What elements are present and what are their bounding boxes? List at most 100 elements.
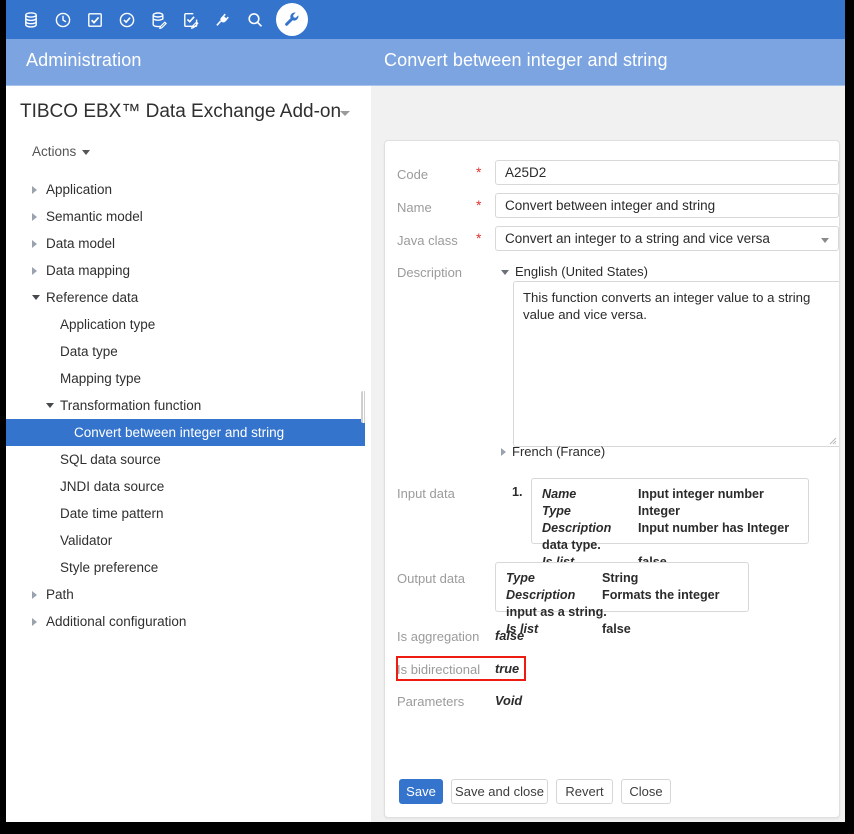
navigation-tree: Application Semantic model Data model Data … (6, 176, 365, 635)
checkbox-edit-icon[interactable] (180, 9, 202, 31)
sidebar-item-data-model[interactable]: Data model (6, 230, 365, 257)
description-label: Description (397, 265, 462, 280)
is-aggregation-value: false (495, 628, 524, 643)
name-input[interactable] (495, 193, 839, 218)
page-title-administration: Administration (26, 50, 141, 71)
triangle-right-icon[interactable] (32, 186, 37, 194)
sidebar-item-label: SQL data source (60, 452, 161, 467)
wrench-icon[interactable] (282, 9, 303, 30)
triangle-down-icon[interactable] (46, 403, 54, 408)
search-icon[interactable] (244, 9, 266, 31)
code-label: Code (397, 167, 428, 182)
database-edit-icon[interactable] (148, 9, 170, 31)
sidebar-item-path[interactable]: Path (6, 581, 365, 608)
page-title-bar: Administration Convert between integer a… (6, 39, 845, 86)
resize-grip-icon[interactable] (829, 437, 837, 445)
sidebar-item-convert-between-integer-and-string[interactable]: Convert between integer and string (6, 419, 365, 446)
description-language-en-label: English (United States) (515, 264, 648, 279)
code-input[interactable] (495, 160, 839, 185)
sidebar-item-mapping-type[interactable]: Mapping type (6, 365, 365, 392)
actions-menu-button[interactable]: Actions (32, 144, 90, 159)
sidebar-item-data-type[interactable]: Data type (6, 338, 365, 365)
sidebar-item-data-mapping[interactable]: Data mapping (6, 257, 365, 284)
name-label: Name (397, 200, 432, 215)
close-button[interactable]: Close (621, 779, 671, 804)
plug-icon[interactable] (212, 9, 234, 31)
data-row-key: Description (506, 587, 602, 604)
java-class-label: Java class (397, 233, 458, 248)
sidebar-item-application[interactable]: Application (6, 176, 365, 203)
sidebar-item-reference-data[interactable]: Reference data (6, 284, 365, 311)
output-data-label: Output data (397, 571, 465, 586)
sidebar-item-label: Convert between integer and string (74, 425, 284, 440)
description-language-en[interactable]: English (United States) (501, 264, 648, 279)
is-bidirectional-label: Is bidirectional (397, 662, 480, 677)
sidebar-item-label: Application type (60, 317, 155, 332)
java-class-value: Convert an integer to a string and vice … (505, 231, 770, 246)
data-row: TypeString (506, 570, 738, 587)
sidebar-item-label: Validator (60, 533, 112, 548)
triangle-right-icon[interactable] (32, 618, 37, 626)
triangle-right-icon[interactable] (32, 240, 37, 248)
triangle-down-icon (501, 270, 509, 275)
sidebar-item-label: Additional configuration (46, 614, 186, 629)
triangle-right-icon[interactable] (32, 267, 37, 275)
triangle-right-icon[interactable] (32, 591, 37, 599)
data-row: NameInput integer number (542, 486, 798, 503)
data-row-key: Type (506, 570, 602, 587)
output-data-box: TypeStringDescriptionFormats the integer… (495, 562, 749, 612)
data-row-value: false (602, 622, 631, 636)
sidebar-item-additional-configuration[interactable]: Additional configuration (6, 608, 365, 635)
description-textarea[interactable] (513, 281, 840, 447)
checkbox-checked-icon[interactable] (84, 9, 106, 31)
top-icon-toolbar (6, 0, 845, 39)
sidebar-item-jndi-data-source[interactable]: JNDI data source (6, 473, 365, 500)
circle-check-icon[interactable] (116, 9, 138, 31)
sidebar-item-label: Application (46, 182, 112, 197)
application-window: Administration Convert between integer a… (6, 0, 845, 822)
sidebar-item-label: Path (46, 587, 74, 602)
sidebar-item-label: Data mapping (46, 263, 130, 278)
panel-gutter (365, 86, 371, 822)
sidebar-item-date-time-pattern[interactable]: Date time pattern (6, 500, 365, 527)
sidebar-item-semantic-model[interactable]: Semantic model (6, 203, 365, 230)
chevron-down-icon[interactable] (340, 111, 350, 116)
input-data-box: NameInput integer numberTypeIntegerDescr… (531, 478, 809, 544)
parameters-value: Void (495, 693, 522, 708)
save-button[interactable]: Save (399, 779, 443, 804)
revert-button[interactable]: Revert (556, 779, 613, 804)
database-icon[interactable] (20, 9, 42, 31)
save-and-close-button[interactable]: Save and close (451, 779, 548, 804)
description-language-fr[interactable]: French (France) (501, 444, 605, 459)
sidebar-item-label: Transformation function (60, 398, 201, 413)
clock-icon[interactable] (52, 9, 74, 31)
data-row: DescriptionInput number has Integer data… (542, 520, 798, 554)
sidebar-item-label: Data model (46, 236, 115, 251)
java-class-select[interactable]: Convert an integer to a string and vice … (495, 226, 839, 251)
description-language-fr-label: French (France) (512, 444, 605, 459)
sidebar-item-style-preference[interactable]: Style preference (6, 554, 365, 581)
sidebar-item-label: JNDI data source (60, 479, 164, 494)
triangle-down-icon[interactable] (32, 295, 40, 300)
sidebar-item-sql-data-source[interactable]: SQL data source (6, 446, 365, 473)
sidebar-item-transformation-function[interactable]: Transformation function (6, 392, 365, 419)
sidebar-item-label: Mapping type (60, 371, 141, 386)
sidebar-item-validator[interactable]: Validator (6, 527, 365, 554)
input-data-label: Input data (397, 486, 455, 501)
sidebar-item-label: Style preference (60, 560, 158, 575)
java-class-required-marker: * (476, 231, 481, 245)
sidebar-item-label: Semantic model (46, 209, 143, 224)
navigation-sidebar: TIBCO EBX™ Data Exchange Add-on Actions … (6, 86, 365, 822)
record-form-card: Code * Name * Java class * Convert an in… (384, 140, 840, 818)
data-row: DescriptionFormats the integer input as … (506, 587, 738, 621)
chevron-down-icon (821, 238, 829, 243)
sidebar-item-application-type[interactable]: Application type (6, 311, 365, 338)
data-row-key: Name (542, 486, 638, 503)
data-row: TypeInteger (542, 503, 798, 520)
code-required-marker: * (476, 165, 481, 179)
input-data-index: 1. (512, 485, 523, 499)
chevron-down-icon (82, 150, 90, 155)
sidebar-item-label: Date time pattern (60, 506, 164, 521)
triangle-right-icon[interactable] (32, 213, 37, 221)
sidebar-item-label: Data type (60, 344, 118, 359)
